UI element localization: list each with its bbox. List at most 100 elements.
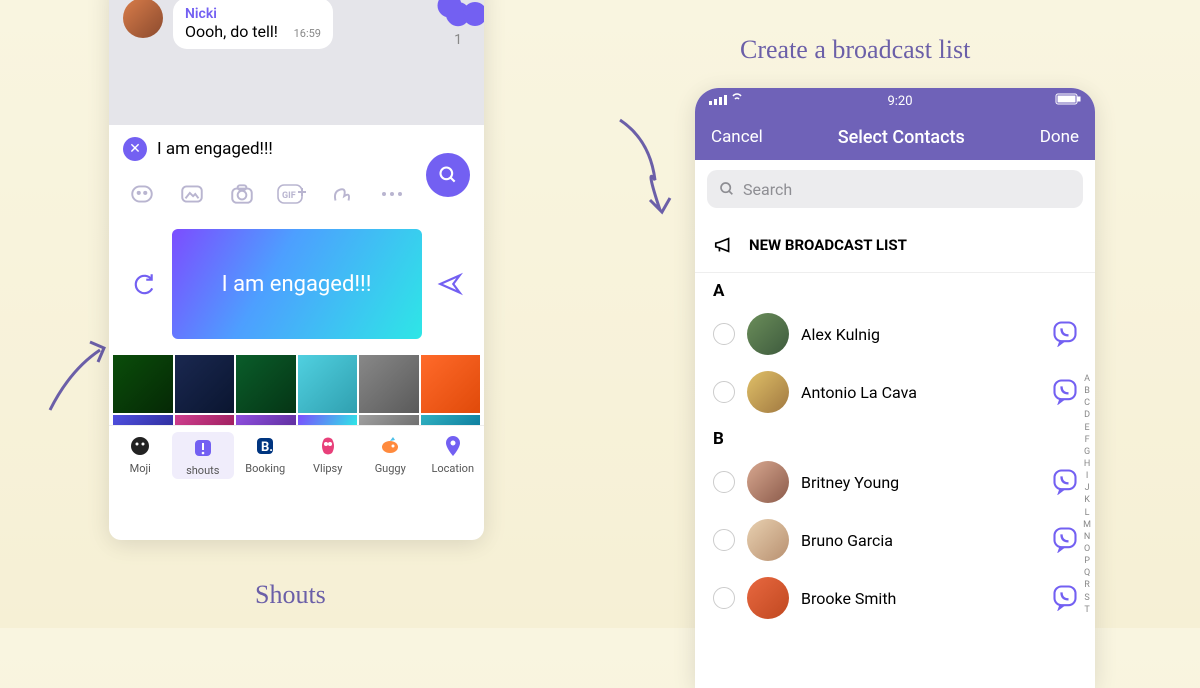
send-button[interactable] [434,268,466,300]
bg-tile[interactable] [298,355,358,413]
heart-icon [441,0,475,31]
avatar[interactable] [123,0,163,38]
nav-icon [376,432,404,460]
bg-tile[interactable] [359,415,419,425]
nav-booking[interactable]: B.Booking [234,432,296,479]
svg-text:GIF: GIF [282,191,296,201]
index-letter[interactable]: J [1081,482,1093,494]
avatar [747,577,789,619]
more-icon[interactable] [377,179,407,209]
nav-guggy[interactable]: Guggy [359,432,421,479]
contact-row[interactable]: Brooke Smith [695,569,1095,627]
index-letter[interactable]: I [1081,470,1093,482]
message-text: Oooh, do tell! [185,22,278,41]
bg-tile[interactable] [236,415,296,425]
header-title: Select Contacts [838,127,965,148]
chat-area: Nicki Oooh, do tell! 16:59 1 [109,0,484,125]
index-letter[interactable]: K [1081,494,1093,506]
contacts-list: A Alex Kulnig Antonio La Cava B Britney Youn… [695,273,1095,627]
avatar [747,371,789,413]
index-letter[interactable]: M [1081,519,1093,531]
bg-tile[interactable] [113,355,173,413]
close-icon[interactable]: ✕ [123,137,147,161]
signal-icon [709,93,745,109]
index-letter[interactable]: F [1081,434,1093,446]
nav-icon [126,432,154,460]
viber-badge [1051,319,1081,349]
contact-row[interactable]: Britney Young [695,453,1095,511]
shouts-panel: ✕ I am engaged!!! GIF I am engaged!!! Mo… [109,125,484,483]
bg-tile[interactable] [236,355,296,413]
index-letter[interactable]: P [1081,555,1093,567]
doodle-icon[interactable] [327,179,357,209]
viber-icon [1051,525,1079,553]
contact-name: Antonio La Cava [801,383,1039,402]
index-letter[interactable]: C [1081,397,1093,409]
done-button[interactable]: Done [1040,127,1079,147]
shout-preview[interactable]: I am engaged!!! [172,229,422,339]
bg-tile[interactable] [359,355,419,413]
camera-icon[interactable] [227,179,257,209]
viber-icon [1051,377,1079,405]
bg-tile[interactable] [175,355,235,413]
gallery-icon[interactable] [177,179,207,209]
radio[interactable] [713,381,735,403]
index-letter[interactable]: B [1081,385,1093,397]
search-button[interactable] [426,153,470,197]
gif-icon[interactable]: GIF [277,179,307,209]
bg-tile[interactable] [113,415,173,425]
bg-tile[interactable] [175,415,235,425]
svg-text:B.: B. [261,440,273,455]
index-letter[interactable]: D [1081,409,1093,421]
viber-badge [1051,525,1081,555]
bg-tile[interactable] [298,415,358,425]
bg-tile[interactable] [421,415,481,425]
nav-icon [314,432,342,460]
nav-label: Location [431,462,474,475]
nav-shouts[interactable]: shouts [172,432,234,479]
index-letter[interactable]: S [1081,592,1093,604]
index-bar[interactable]: ABCDEFGHIJKLMNOPQRST [1081,373,1093,616]
section-header: B [695,421,1095,453]
index-letter[interactable]: H [1081,458,1093,470]
index-letter[interactable]: G [1081,446,1093,458]
index-letter[interactable]: Q [1081,567,1093,579]
contact-row[interactable]: Bruno Garcia [695,511,1095,569]
index-letter[interactable]: N [1081,531,1093,543]
index-letter[interactable]: E [1081,422,1093,434]
index-letter[interactable]: A [1081,373,1093,385]
radio[interactable] [713,529,735,551]
composer-input[interactable]: I am engaged!!! [157,139,470,159]
bg-tile[interactable] [421,355,481,413]
avatar [747,519,789,561]
nav-location[interactable]: Location [422,432,484,479]
nav-label: Guggy [375,462,406,475]
megaphone-icon [713,234,735,256]
index-letter[interactable]: T [1081,604,1093,616]
sticker-icon[interactable] [127,179,157,209]
message-bubble[interactable]: Nicki Oooh, do tell! 16:59 [173,0,333,49]
index-letter[interactable]: O [1081,543,1093,555]
broadcast-label: NEW BROADCAST LIST [749,236,907,254]
index-letter[interactable]: L [1081,507,1093,519]
radio[interactable] [713,587,735,609]
radio[interactable] [713,471,735,493]
contact-name: Britney Young [801,473,1039,492]
new-broadcast-row[interactable]: NEW BROADCAST LIST [695,218,1095,273]
contact-name: Brooke Smith [801,589,1039,608]
radio[interactable] [713,323,735,345]
cycle-button[interactable] [127,268,159,300]
nav-label: shouts [186,464,219,477]
nav-moji[interactable]: Moji [109,432,171,479]
search-input[interactable]: Search [707,170,1083,208]
contact-row[interactable]: Antonio La Cava [695,363,1095,421]
viber-badge [1051,583,1081,613]
phone-broadcast: 9:20 Cancel Select Contacts Done Search … [695,88,1095,688]
nav-vlipsy[interactable]: Vlipsy [297,432,359,479]
viber-badge [1051,467,1081,497]
reaction[interactable]: 1 [446,2,470,48]
cancel-button[interactable]: Cancel [711,127,763,147]
nav-icon [439,432,467,460]
contact-row[interactable]: Alex Kulnig [695,305,1095,363]
index-letter[interactable]: R [1081,579,1093,591]
